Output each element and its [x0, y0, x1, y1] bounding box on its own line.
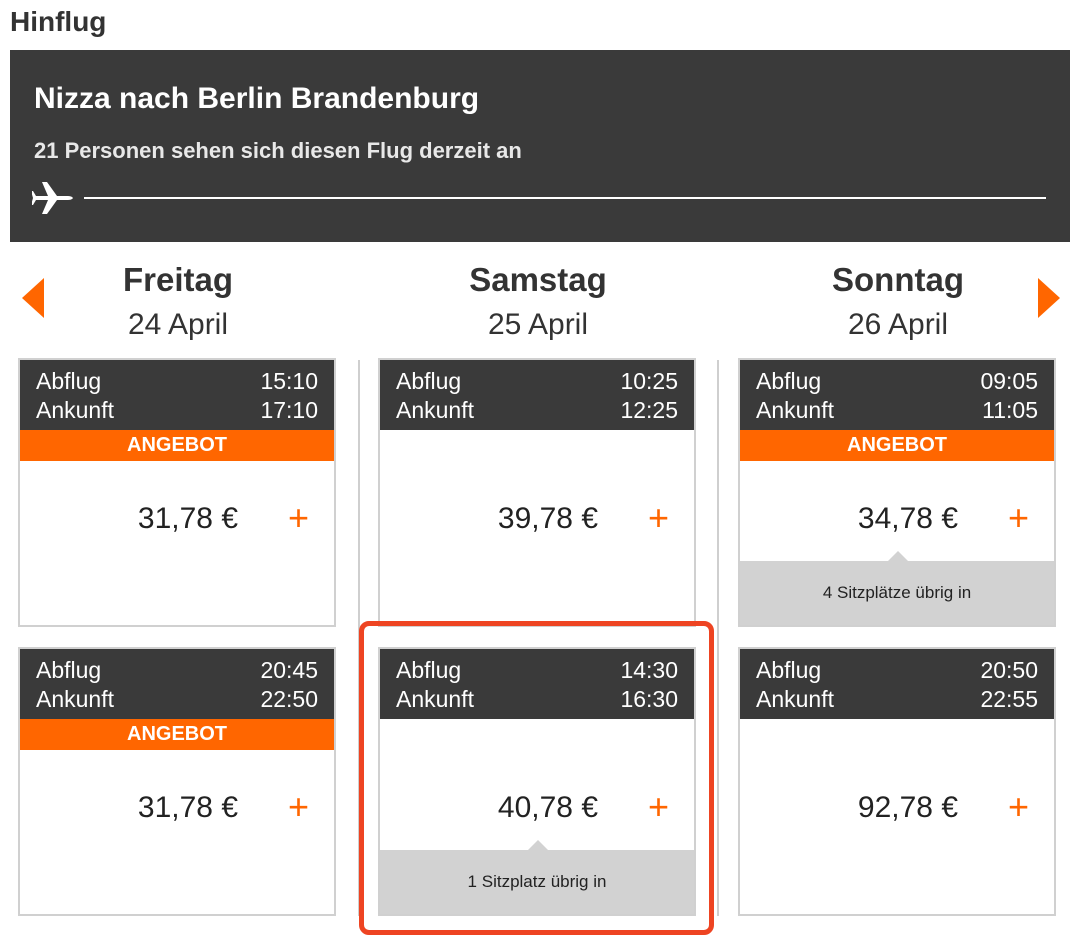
- price: 34,78 €: [857, 502, 958, 535]
- departure-time: 20:45: [260, 657, 318, 683]
- column-divider: [358, 360, 360, 916]
- flight-card-fri-2[interactable]: Abflug 20:45 Ankunft 22:50 ANGEBOT 31,78 €…: [18, 647, 336, 916]
- arrival-label: Ankunft: [396, 397, 474, 423]
- plus-icon[interactable]: +: [288, 789, 309, 825]
- section-title: Hinflug: [10, 6, 107, 37]
- price: 92,78 €: [857, 791, 958, 824]
- departure-time: 10:25: [620, 368, 678, 394]
- departure-label: Abflug: [396, 657, 462, 683]
- arrival-time: 12:25: [620, 397, 678, 423]
- route-banner: Nizza nach Berlin Brandenburg 21 Persone…: [10, 50, 1070, 242]
- plus-icon[interactable]: +: [1008, 500, 1029, 536]
- plus-icon[interactable]: +: [648, 500, 669, 536]
- offer-badge: ANGEBOT: [20, 430, 334, 461]
- departure-label: Abflug: [396, 368, 462, 394]
- flight-card-sat-2[interactable]: Abflug 14:30 Ankunft 16:30 40,78 € + 1 Sit…: [378, 647, 696, 916]
- departure-label: Abflug: [756, 368, 822, 394]
- arrival-label: Ankunft: [756, 397, 834, 423]
- flight-times: Abflug 09:05 Ankunft 11:05: [740, 360, 1054, 430]
- plus-icon[interactable]: +: [288, 500, 309, 536]
- route-line: [84, 197, 1046, 199]
- flight-times: Abflug 20:45 Ankunft 22:50: [20, 649, 334, 719]
- day-date: 24 April: [127, 308, 229, 341]
- price: 31,78 €: [137, 502, 238, 535]
- departure-time: 20:50: [980, 657, 1038, 683]
- price: 39,78 €: [497, 502, 598, 535]
- departure-time: 09:05: [980, 368, 1038, 394]
- arrival-time: 22:50: [260, 686, 318, 712]
- day-header-sunday: Sonntag 26 April: [738, 258, 1058, 348]
- plus-icon[interactable]: +: [1008, 789, 1029, 825]
- flight-times: Abflug 15:10 Ankunft 17:10: [20, 360, 334, 430]
- price: 40,78 €: [497, 791, 598, 824]
- day-name: Sonntag: [832, 261, 964, 298]
- departure-time: 15:10: [260, 368, 318, 394]
- flight-times: Abflug 20:50 Ankunft 22:55: [740, 649, 1054, 719]
- flight-times: Abflug 14:30 Ankunft 16:30: [380, 649, 694, 719]
- flight-card-sun-1[interactable]: Abflug 09:05 Ankunft 11:05 ANGEBOT 34,78 €…: [738, 358, 1056, 627]
- arrival-time: 16:30: [620, 686, 678, 712]
- day-header-saturday: Samstag 25 April: [378, 258, 698, 348]
- arrival-label: Ankunft: [396, 686, 474, 712]
- arrival-label: Ankunft: [36, 397, 114, 423]
- flight-card-sat-1[interactable]: Abflug 10:25 Ankunft 12:25 39,78 € +: [378, 358, 696, 627]
- route-title: Nizza nach Berlin Brandenburg: [34, 82, 480, 115]
- arrival-time: 11:05: [982, 397, 1038, 423]
- flight-card-sun-2[interactable]: Abflug 20:50 Ankunft 22:55 92,78 € +: [738, 647, 1056, 916]
- day-name: Freitag: [122, 261, 234, 298]
- day-date: 26 April: [847, 308, 949, 341]
- day-header-friday: Freitag 24 April: [18, 258, 338, 348]
- arrival-time: 17:10: [260, 397, 318, 423]
- departure-label: Abflug: [36, 368, 102, 394]
- flight-card-fri-1[interactable]: Abflug 15:10 Ankunft 17:10 ANGEBOT 31,78 €…: [18, 358, 336, 627]
- seats-remaining: 1 Sitzplatz übrig in: [380, 840, 694, 914]
- departure-label: Abflug: [36, 657, 102, 683]
- day-name: Samstag: [469, 261, 607, 298]
- offer-badge: ANGEBOT: [20, 719, 334, 750]
- flight-times: Abflug 10:25 Ankunft 12:25: [380, 360, 694, 430]
- day-date: 25 April: [487, 308, 589, 341]
- arrival-label: Ankunft: [756, 686, 834, 712]
- seats-remaining: 4 Sitzplätze übrig in: [740, 551, 1054, 625]
- plane-icon: [32, 182, 73, 214]
- column-divider: [717, 360, 719, 916]
- arrival-time: 22:55: [980, 686, 1038, 712]
- viewers-count: 21 Personen sehen sich diesen Flug derze…: [34, 138, 522, 163]
- plus-icon[interactable]: +: [648, 789, 669, 825]
- offer-badge: ANGEBOT: [740, 430, 1054, 461]
- price: 31,78 €: [137, 791, 238, 824]
- arrival-label: Ankunft: [36, 686, 114, 712]
- departure-time: 14:30: [620, 657, 678, 683]
- departure-label: Abflug: [756, 657, 822, 683]
